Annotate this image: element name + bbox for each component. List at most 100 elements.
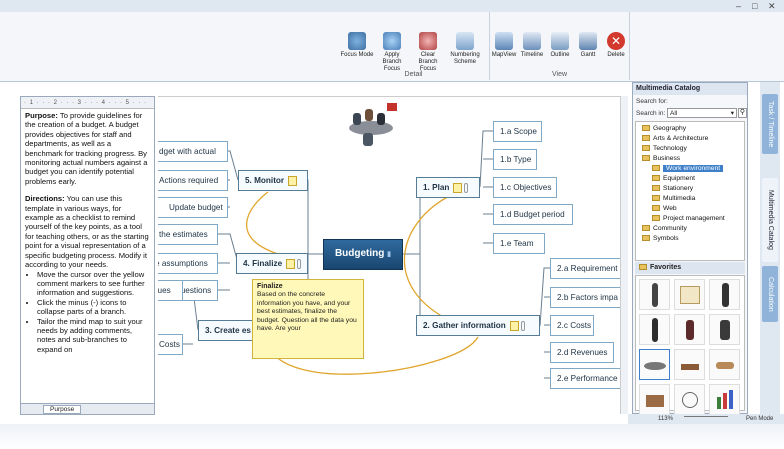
thumbnail-handshake[interactable]	[709, 349, 740, 380]
notes-bullet: Move the cursor over the yellow comment …	[37, 270, 149, 298]
tree-item-community[interactable]: Community	[642, 224, 687, 234]
favorites-header[interactable]: Favorites	[635, 262, 745, 274]
thumbnail-person-walking[interactable]	[709, 279, 740, 310]
ribbon-group-view: MapView Timeline Outline Gantt ✕ Delete V…	[490, 12, 630, 80]
thumbnail-document[interactable]	[674, 279, 705, 310]
person-shape	[365, 109, 373, 121]
topic-requirement[interactable]: 2.a Requirement	[550, 258, 628, 279]
mapview-icon	[495, 32, 513, 50]
comment-icon[interactable]	[453, 182, 463, 193]
comment-icon[interactable]	[509, 320, 519, 331]
topic-monitor[interactable]: 5. Monitor	[238, 170, 308, 191]
thumbnail-person-standing[interactable]	[639, 279, 670, 310]
thumbnail-bar-chart[interactable]	[709, 384, 740, 415]
topic-actions-required[interactable]: Actions required	[158, 170, 228, 191]
folder-icon	[642, 155, 650, 162]
apply-branch-focus-button[interactable]: Apply Branch Focus	[375, 32, 409, 73]
thumbnail-meeting-selected[interactable]	[639, 349, 670, 380]
comment-icon[interactable]	[286, 258, 296, 269]
reflection	[0, 424, 784, 449]
notes-text[interactable]: Purpose: To provide guidelines for the c…	[25, 111, 149, 401]
notes-pane: · 1 · · · 2 · · · 3 · · · 4 · · · 5 · · …	[20, 96, 155, 414]
app-window: – □ ✕ Focus Mode Apply Branch Focus Clea…	[0, 0, 784, 449]
topic-costs[interactable]: 2.c Costs	[550, 315, 594, 336]
mapview-button[interactable]: MapView	[490, 32, 518, 59]
folder-icon	[642, 225, 650, 232]
tree-item-geography[interactable]: Geography	[642, 124, 686, 134]
tree-item-technology[interactable]: Technology	[642, 144, 687, 154]
callout-title: Finalize	[257, 283, 283, 290]
timeline-button[interactable]: Timeline	[518, 32, 546, 59]
attachment-icon	[520, 320, 525, 331]
topic-performance[interactable]: 2.e Performance	[550, 368, 628, 389]
tree-item-multimedia[interactable]: Multimedia	[652, 194, 695, 204]
thumbnail-person-red[interactable]	[674, 314, 705, 345]
topic-type[interactable]: 1.b Type	[493, 149, 537, 170]
tab-calculation[interactable]: Calculation	[762, 266, 778, 322]
dependency-curve	[245, 191, 279, 255]
search-for-label: Search for:	[636, 98, 668, 105]
topic-budget-period[interactable]: 1.d Budget period	[493, 204, 573, 225]
outline-button[interactable]: Outline	[546, 32, 574, 59]
topic-update-budget[interactable]: Update budget	[158, 197, 228, 218]
numbering-icon	[456, 32, 474, 50]
topic-assumptions[interactable]: e assumptions	[158, 253, 218, 274]
tree-item-web[interactable]: Web	[652, 204, 677, 214]
tree-item-business[interactable]: Business	[642, 154, 680, 164]
tree-item-work-environment[interactable]: Work environment	[652, 164, 724, 174]
topic-revenues-estimate[interactable]: nues	[158, 280, 183, 301]
thumbnail-person-seated[interactable]	[709, 314, 740, 345]
focus-mode-button[interactable]: Focus Mode	[340, 32, 374, 59]
tab-purpose[interactable]: Purpose	[43, 405, 82, 414]
tab-multimedia-catalog[interactable]: Multimedia Catalog	[762, 178, 778, 262]
thumbnail-desk[interactable]	[674, 349, 705, 380]
purpose-text: To provide guidelines for the creation o…	[25, 111, 148, 186]
topic-the-estimates[interactable]: the estimates	[158, 224, 218, 245]
outline-icon	[551, 32, 569, 50]
clear-branch-focus-button[interactable]: Clear Branch Focus	[411, 32, 445, 73]
folder-icon	[642, 145, 650, 152]
topic-scope[interactable]: 1.a Scope	[493, 121, 542, 142]
thumbnail-org-chart[interactable]	[674, 384, 705, 415]
topic-team[interactable]: 1.e Team	[493, 233, 545, 254]
topic-budget-with-actual[interactable]: dget with actual	[158, 141, 228, 162]
pen-mode-toggle[interactable]: Pen Mode	[746, 416, 773, 422]
tree-item-equipment[interactable]: Equipment	[652, 174, 695, 184]
tree-item-stationery[interactable]: Stationery	[652, 184, 693, 194]
person-shape	[353, 113, 361, 125]
topic-finalize[interactable]: 4. Finalize	[236, 253, 308, 274]
minimize-icon[interactable]: –	[736, 1, 741, 11]
tree-item-arts-architecture[interactable]: Arts & Architecture	[642, 134, 708, 144]
side-tab-strip: Task / Timeline Multimedia Catalog Calcu…	[760, 82, 780, 414]
tree-item-symbols[interactable]: Symbols	[642, 234, 679, 244]
comment-icon[interactable]	[288, 175, 298, 186]
tab-task-timeline[interactable]: Task / Timeline	[762, 94, 778, 154]
gantt-button[interactable]: Gantt	[574, 32, 602, 59]
close-window-icon[interactable]: ✕	[768, 1, 776, 12]
ribbon-group-label: Detail	[404, 71, 423, 78]
topic-factors[interactable]: 2.b Factors impa	[550, 287, 628, 308]
topic-revenues[interactable]: 2.d Revenues	[550, 342, 614, 363]
numbering-scheme-button[interactable]: Numbering Scheme	[448, 32, 482, 66]
ruler: · 1 · · · 2 · · · 3 · · · 4 · · · 5 · · …	[21, 97, 154, 109]
topic-plan[interactable]: 1. Plan	[416, 177, 480, 198]
thumbnail-person-walking-2[interactable]	[639, 314, 670, 345]
maximize-icon[interactable]: □	[752, 1, 757, 11]
delete-button[interactable]: ✕ Delete	[602, 32, 630, 59]
connector-monitor	[298, 179, 323, 255]
topic-gather-information[interactable]: 2. Gather information	[416, 315, 540, 336]
folder-icon	[652, 185, 660, 192]
connector-plan-subs	[479, 130, 493, 244]
mind-map-canvas[interactable]: Budgeting ▮ 1. Plan 1.a Scope 1.b Type 1…	[158, 96, 628, 414]
tree-item-project-management[interactable]: Project management	[652, 214, 725, 224]
topic-objectives[interactable]: 1.c Objectives	[493, 177, 557, 198]
topic-costs-estimate[interactable]: Costs	[158, 334, 183, 355]
vertical-scrollbar[interactable]	[620, 96, 628, 414]
search-icon[interactable]: ⚲	[738, 108, 747, 118]
central-topic[interactable]: Budgeting ▮	[323, 239, 403, 270]
notes-bullet: Tailor the mind map to suit your needs b…	[37, 317, 149, 355]
thumbnail-office[interactable]	[639, 384, 670, 415]
search-in-select[interactable]: All ▾	[667, 108, 737, 118]
zoom-slider[interactable]	[684, 416, 728, 420]
status-bar: 113% Pen Mode	[628, 414, 784, 424]
